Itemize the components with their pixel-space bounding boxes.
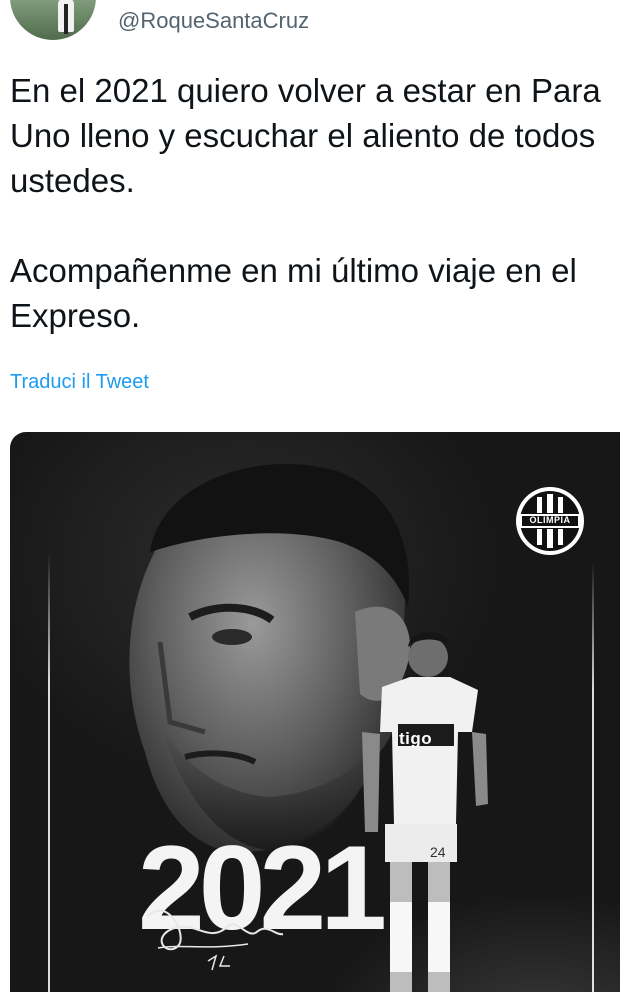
shorts-number: 24: [430, 844, 446, 860]
tweet-text: En el 2021 quiero volver a estar en Para…: [10, 72, 601, 334]
autograph-signature: [147, 909, 284, 971]
avatar[interactable]: [10, 0, 96, 40]
avatar-figure-stripe: [64, 4, 68, 34]
user-handle[interactable]: @RoqueSantaCruz: [118, 8, 309, 34]
crest-label: OLIMPIA: [529, 515, 571, 525]
tweet-media-image[interactable]: tigo 24 OLIMPIA 2021: [10, 432, 620, 992]
translate-tweet-link[interactable]: Traduci il Tweet: [10, 371, 149, 394]
jersey-sponsor: tigo: [399, 729, 433, 748]
